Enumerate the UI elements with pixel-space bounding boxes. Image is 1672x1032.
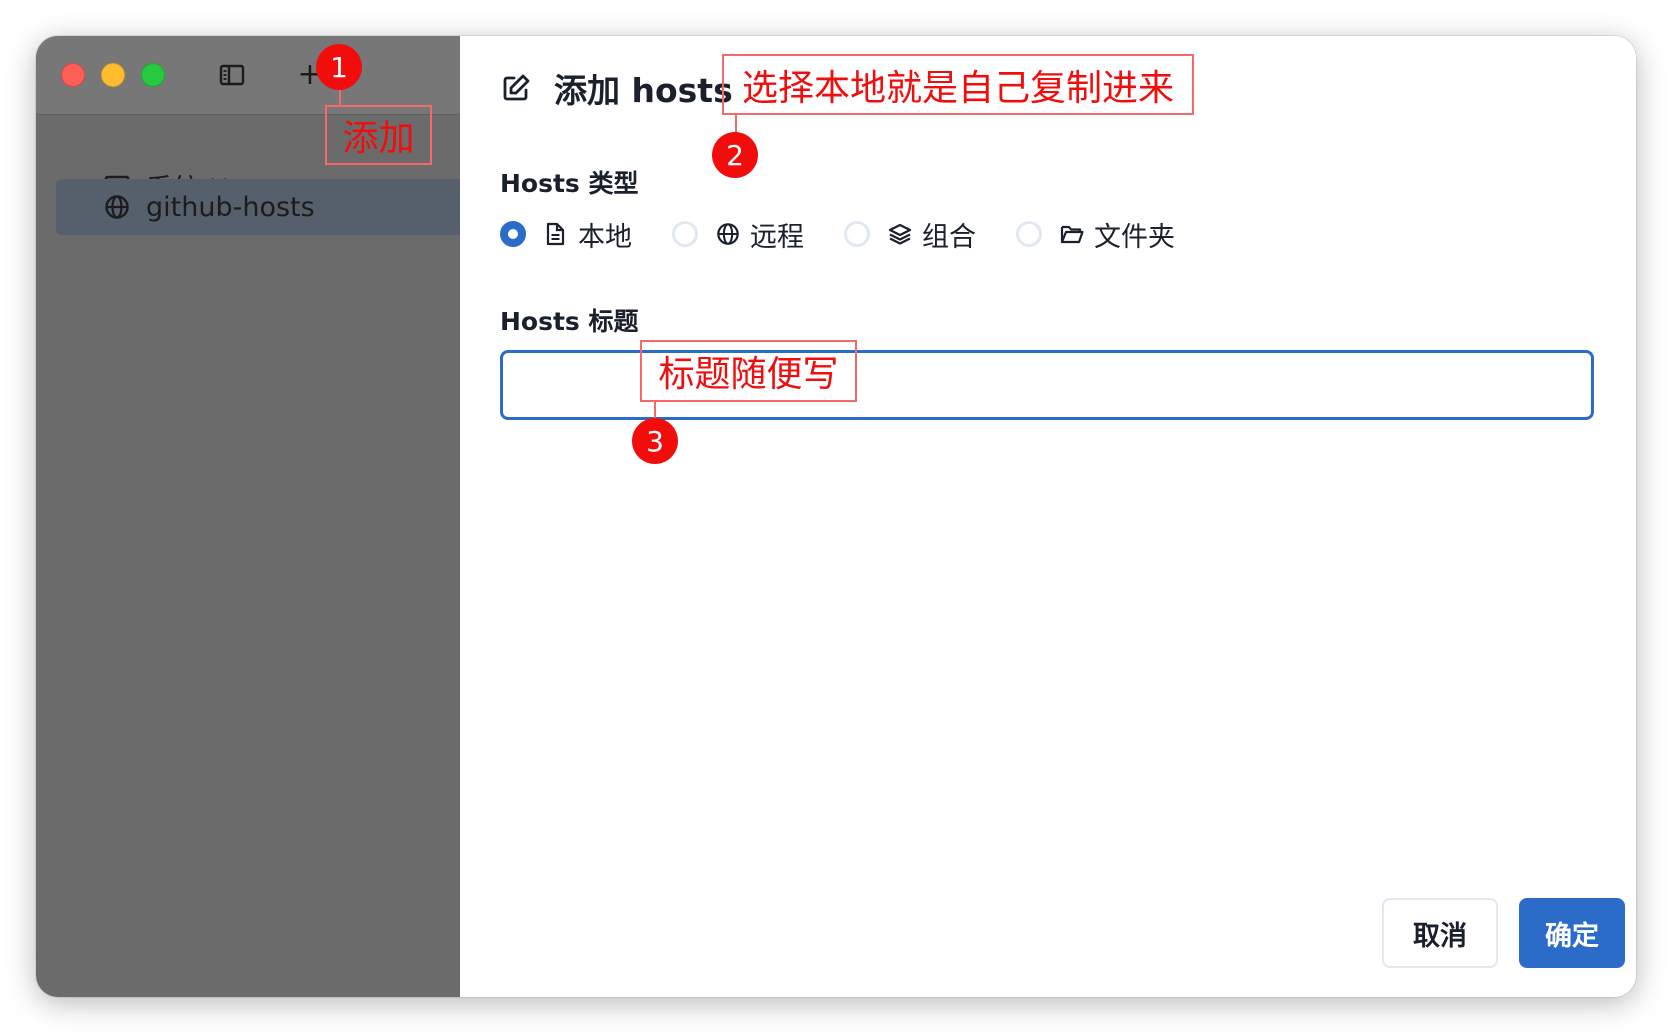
radio-label: 组合 (922, 221, 976, 253)
dialog-title-text: 添加 hosts (554, 71, 733, 110)
radio-label: 文件夹 (1094, 221, 1175, 253)
radio-label: 远程 (750, 221, 804, 253)
confirm-button[interactable]: 确定 (1519, 898, 1625, 968)
globe-icon (104, 194, 130, 220)
hosts-type-radio-group: 本地 远程 组合 文件夹 (500, 214, 1215, 254)
annotation-badge-1: 1 (316, 44, 362, 90)
close-window-button[interactable] (61, 63, 85, 87)
hosts-type-label: Hosts 类型 (500, 169, 639, 198)
annotation-badge-3: 3 (632, 418, 678, 464)
radio-label: 本地 (578, 221, 632, 253)
radio-unchecked-icon[interactable] (844, 221, 870, 247)
radio-type-combo[interactable]: 组合 (844, 214, 976, 254)
sidebar: + 系统 Hosts github-hosts (36, 36, 460, 997)
radio-type-folder[interactable]: 文件夹 (1016, 214, 1175, 254)
cancel-button[interactable]: 取消 (1382, 898, 1498, 968)
radio-checked-icon[interactable] (500, 221, 526, 247)
radio-unchecked-icon[interactable] (1016, 221, 1042, 247)
sidebar-item-label: github-hosts (146, 191, 315, 223)
app-window: + 系统 Hosts github-hosts (36, 36, 1636, 997)
folder-icon (1060, 222, 1084, 246)
annotation-note-1: 添加 (325, 105, 432, 165)
layers-icon (888, 222, 912, 246)
radio-unchecked-icon[interactable] (672, 221, 698, 247)
edit-icon (500, 72, 532, 104)
annotation-note-3: 标题随便写 (640, 340, 857, 402)
file-icon (544, 222, 568, 246)
radio-type-local[interactable]: 本地 (500, 214, 632, 254)
annotation-leader (339, 88, 341, 106)
minimize-window-button[interactable] (101, 63, 125, 87)
add-hosts-dialog: 添加 hosts Hosts 类型 本地 远程 组合 文件夹 Hosts 标题 … (460, 36, 1636, 997)
maximize-window-button[interactable] (141, 63, 165, 87)
hosts-title-label: Hosts 标题 (500, 307, 639, 336)
radio-type-remote[interactable]: 远程 (672, 214, 804, 254)
titlebar: + (36, 36, 460, 115)
sidebar-item-github-hosts[interactable]: github-hosts (56, 179, 460, 235)
dialog-title: 添加 hosts (500, 64, 733, 112)
annotation-badge-2: 2 (712, 132, 758, 178)
globe-icon (716, 222, 740, 246)
sidebar-toggle-icon[interactable] (218, 62, 246, 88)
annotation-note-2: 选择本地就是自己复制进来 (722, 54, 1194, 115)
